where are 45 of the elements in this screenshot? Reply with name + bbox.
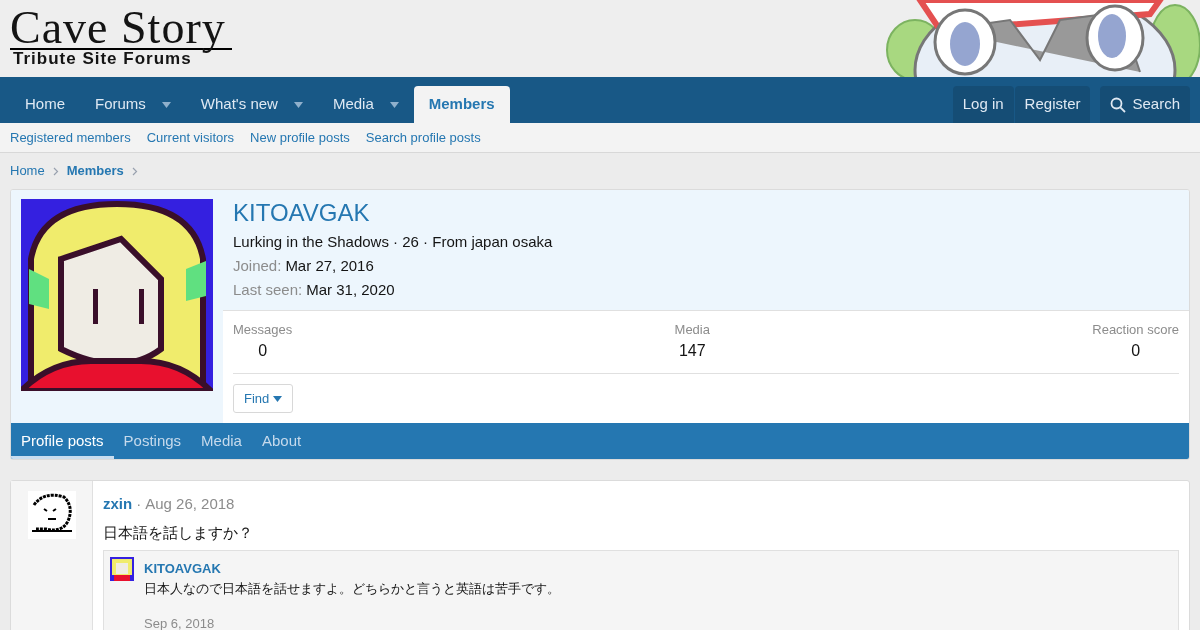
breadcrumb-link[interactable]: Home <box>10 161 45 181</box>
subnav-link[interactable]: Registered members <box>10 127 131 148</box>
subnav-link[interactable]: New profile posts <box>250 127 350 148</box>
user-blurb: Lurking in the Shadows · 26 · From japan osaka <box>233 232 554 252</box>
nav-tab[interactable]: Members <box>413 86 510 123</box>
site-logo[interactable]: Cave Story Tribute Site Forums <box>10 8 232 77</box>
stat-value[interactable]: 0 <box>1131 339 1141 363</box>
post-author[interactable]: zxin <box>103 493 133 516</box>
chevron-icon <box>52 166 59 176</box>
find-button[interactable]: Find <box>233 384 294 413</box>
subnav-link[interactable]: Current visitors <box>146 127 235 148</box>
profile-tab[interactable]: Media <box>191 423 252 459</box>
username: KITOAVGAK <box>233 198 371 228</box>
stat-label: Messages <box>233 321 293 339</box>
register-link[interactable]: Register <box>1014 86 1091 123</box>
nav-tab[interactable]: Media <box>317 86 414 123</box>
search-button[interactable]: Search <box>1100 86 1190 123</box>
stat-value[interactable]: 147 <box>678 339 706 363</box>
separator: · <box>136 494 142 514</box>
post-date[interactable]: Aug 26, 2018 <box>145 493 235 516</box>
search-icon <box>1110 96 1127 113</box>
post-text: 日本語を話しますか？ <box>103 522 254 543</box>
nav-tab[interactable]: Home <box>10 86 80 123</box>
profile-tab[interactable]: Postings <box>113 423 192 459</box>
stat-label: Reaction score <box>1092 321 1179 339</box>
stat-value[interactable]: 0 <box>258 339 268 363</box>
comment-date[interactable]: Sep 6, 2018 <box>144 614 560 630</box>
comment-text: 日本人なので日本語を話せますよ。どちらかと言うと英語は苦手です。 <box>144 579 560 598</box>
comment-author[interactable]: KITOAVGAK <box>144 559 560 579</box>
fact-value: Mar 27, 2016 <box>285 256 374 276</box>
profile-tab[interactable]: About <box>251 423 312 459</box>
fact-value: Mar 31, 2020 <box>306 280 395 300</box>
breadcrumb-link[interactable]: Members <box>66 161 124 181</box>
subnav-link[interactable]: Search profile posts <box>365 127 481 148</box>
chevron-icon <box>131 166 138 176</box>
nav-tab[interactable]: What's new <box>185 86 318 123</box>
nav-tab[interactable]: Forums <box>80 86 186 123</box>
avatar-drawing <box>27 491 76 539</box>
stat-label: Media <box>674 321 710 339</box>
caret-icon <box>273 395 283 402</box>
fact-label: Last seen: <box>233 280 303 300</box>
avatar-drawing <box>110 557 134 581</box>
profile-tab[interactable]: Profile posts <box>11 423 114 459</box>
fact-label: Joined: <box>233 256 282 276</box>
login-link[interactable]: Log in <box>952 86 1014 123</box>
